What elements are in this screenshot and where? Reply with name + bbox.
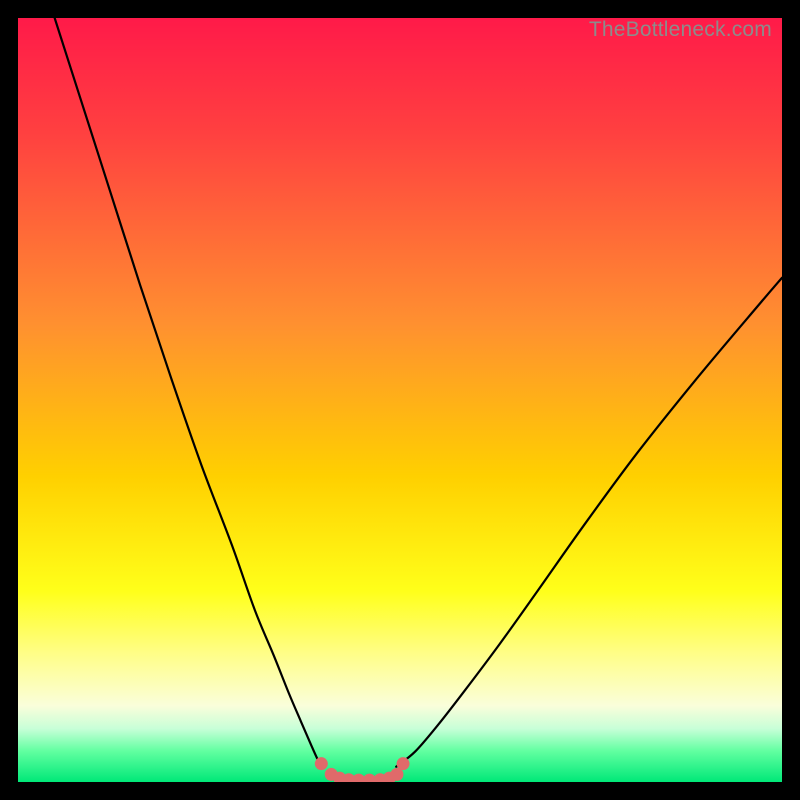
bottom-dots-point	[397, 757, 410, 770]
bottleneck-chart	[18, 18, 782, 782]
chart-frame: TheBottleneck.com	[18, 18, 782, 782]
watermark-text: TheBottleneck.com	[589, 18, 772, 42]
gradient-background	[18, 18, 782, 782]
bottom-dots-point	[315, 757, 328, 770]
